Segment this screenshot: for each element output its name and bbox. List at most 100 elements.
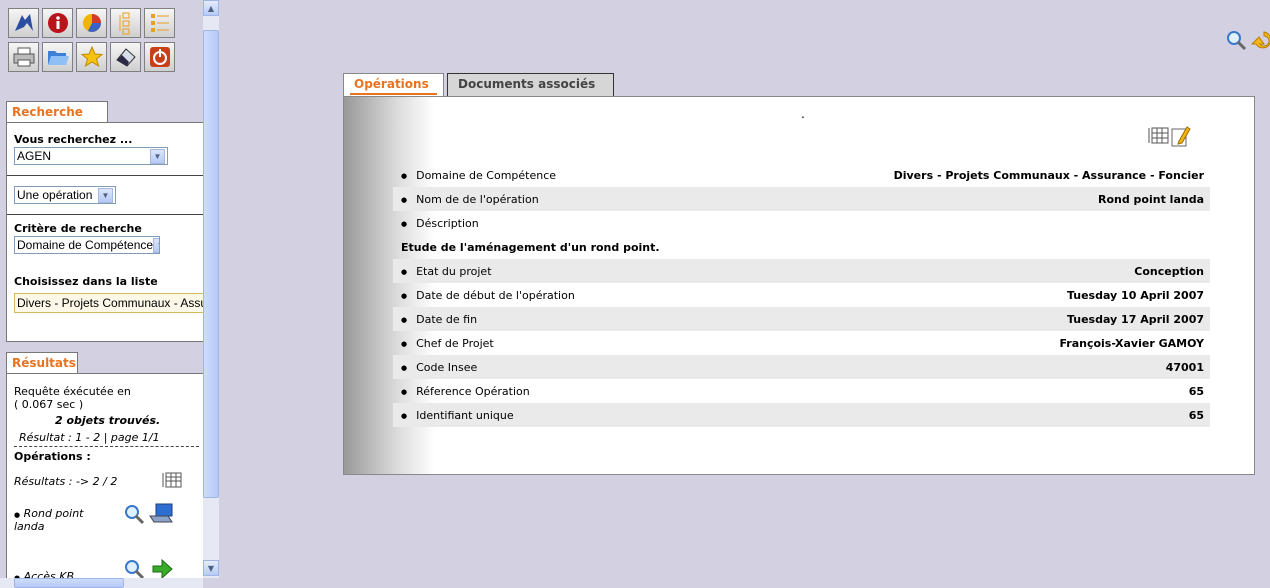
field-row: Déscription (393, 211, 1210, 235)
left-pane-content: Recherche Vous recherchez ... AGEN ▼ Une… (0, 0, 203, 578)
query-time-value: ( 0.067 sec ) (14, 398, 84, 411)
eraser-icon (115, 48, 136, 67)
field-row: Nom de de l'opération Rond point landa (393, 187, 1210, 211)
field-label: Etat du projet (401, 265, 491, 278)
field-value: Rond point landa (1097, 192, 1204, 206)
result-item[interactable]: ● Accès KB (14, 570, 74, 578)
tab-operations[interactable]: Opérations (343, 73, 444, 97)
field-label: Nom de de l'opération (401, 193, 539, 206)
field-row: Etat du projet Conception (393, 259, 1210, 283)
field-row: Domaine de Compétence Divers - Projets Co… (393, 163, 1210, 187)
edit-pencil-icon[interactable] (1171, 125, 1191, 147)
criteria-select[interactable]: Domaine de Compétence ▼ (14, 236, 160, 254)
table-export-icon[interactable] (162, 472, 182, 488)
chevron-down-icon: ▼ (98, 187, 113, 203)
field-value: Conception (1134, 264, 1204, 278)
table-export-icon[interactable] (1147, 125, 1169, 145)
criteria-label: Critère de recherche (14, 222, 142, 235)
print-icon (13, 47, 34, 67)
info-icon (47, 13, 68, 33)
list-icon (150, 14, 169, 32)
computer-icon[interactable] (148, 502, 174, 526)
choice-list[interactable]: Divers - Projets Communaux - Assurance -… (14, 293, 203, 313)
operations-label: Opérations : (14, 450, 91, 463)
power-button[interactable] (144, 42, 175, 72)
info-button[interactable] (42, 8, 73, 38)
field-row: Réference Opération 65 (393, 379, 1210, 403)
favorite-button[interactable] (76, 42, 107, 72)
field-row: Code Insee 47001 (393, 355, 1210, 379)
choose-label: Choisissez dans la liste (14, 275, 158, 288)
operations-count: Résultats : -> 2 / 2 (14, 475, 118, 488)
found-count: 2 objets trouvés. (55, 414, 161, 427)
export-actions (1147, 125, 1191, 147)
eraser-button[interactable] (110, 42, 141, 72)
field-value: Tuesday 10 April 2007 (1066, 288, 1204, 302)
divider (7, 214, 203, 215)
field-row: Chef de Projet François-Xavier GAMOY (393, 331, 1210, 355)
search-panel: Vous recherchez ... AGEN ▼ Une opération… (6, 122, 203, 342)
field-label: Réference Opération (401, 385, 530, 398)
you-search-label: Vous recherchez ... (14, 133, 133, 146)
scroll-thumb[interactable] (203, 30, 219, 498)
field-row: Date de fin Tuesday 17 April 2007 (393, 307, 1210, 331)
field-label: Identifiant unique (401, 409, 514, 422)
divider (7, 175, 203, 176)
chevron-down-icon: ▼ (150, 148, 165, 164)
field-label: Déscription (401, 217, 479, 230)
chevron-down-icon: ▼ (153, 237, 159, 253)
arrow-right-icon[interactable] (151, 558, 173, 578)
query-time-label: Requête éxécutée en (14, 385, 131, 398)
field-value: 65 (1188, 408, 1204, 422)
open-button[interactable] (42, 42, 73, 72)
type-select-value: Une opération (17, 188, 93, 202)
result-item-label: Accès KB (23, 570, 74, 578)
divider (14, 446, 199, 447)
search-icon[interactable] (1224, 28, 1248, 52)
favorite-star-icon (80, 45, 103, 68)
field-value: 47001 (1165, 360, 1204, 374)
field-value: Tuesday 17 April 2007 (1066, 312, 1204, 326)
magnifier-icon[interactable] (122, 557, 146, 578)
field-label: Chef de Projet (401, 337, 494, 350)
description-text: Etude de l'aménagement d'un rond point. (401, 240, 660, 254)
field-list: Domaine de Compétence Divers - Projets Co… (393, 163, 1210, 427)
result-item[interactable]: ● Rond point landa (14, 507, 94, 533)
horizontal-scrollbar[interactable] (0, 578, 203, 588)
print-button[interactable] (8, 42, 39, 72)
field-label: Date de début de l'opération (401, 289, 575, 302)
field-label: Code Insee (401, 361, 477, 374)
list-button[interactable] (144, 8, 175, 38)
field-row: Date de début de l'opération Tuesday 10 A… (393, 283, 1210, 307)
field-row: Identifiant unique 65 (393, 403, 1210, 427)
field-value: François-Xavier GAMOY (1059, 336, 1204, 350)
scroll-up-icon[interactable]: ▲ (203, 0, 219, 16)
separator-dot: . (801, 107, 805, 121)
result-item-label: Rond point landa (14, 507, 84, 533)
tree-button[interactable] (110, 8, 141, 38)
scroll-thumb[interactable] (14, 578, 124, 588)
criteria-select-value: Domaine de Compétence (17, 238, 154, 252)
toolbar (8, 8, 198, 76)
field-value: Divers - Projets Communaux - Assurance -… (893, 168, 1204, 182)
back-arrow-icon[interactable] (1250, 28, 1270, 52)
magnifier-icon[interactable] (122, 502, 146, 526)
left-pane: Recherche Vous recherchez ... AGEN ▼ Une… (0, 0, 221, 588)
open-folder-icon (47, 51, 69, 65)
navigate-button[interactable] (8, 8, 39, 38)
operation-details-panel: . Domaine de Compétence Divers - Projets … (343, 96, 1255, 475)
tree-icon (119, 12, 129, 35)
type-select[interactable]: Une opération ▼ (14, 186, 116, 204)
city-select[interactable]: AGEN ▼ (14, 147, 168, 165)
tab-documents[interactable]: Documents associés (447, 73, 614, 97)
scroll-down-icon[interactable]: ▼ (203, 560, 219, 576)
vertical-scrollbar[interactable]: ▲ ▼ (203, 0, 219, 578)
field-value: 65 (1188, 384, 1204, 398)
results-tab[interactable]: Résultats (6, 352, 78, 374)
field-label: Domaine de Compétence (401, 169, 556, 182)
search-tab[interactable]: Recherche (6, 101, 108, 123)
chart-button[interactable] (76, 8, 107, 38)
power-icon (149, 47, 170, 67)
chart-icon (82, 14, 101, 32)
description-row: Etude de l'aménagement d'un rond point. (393, 235, 1210, 259)
